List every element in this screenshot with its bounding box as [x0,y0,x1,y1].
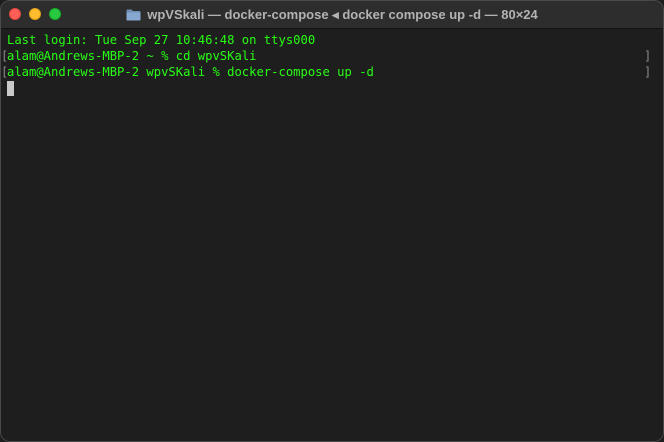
cd-command-text: alam@Andrews-MBP-2 ~ % cd wpvSKali [7,49,257,63]
compose-command-text: alam@Andrews-MBP-2 wpvSKali % docker-com… [7,65,374,79]
folder-icon [126,9,141,21]
text-cursor [7,81,14,96]
window-title-area: wpVSkali — docker-compose ◂ docker compo… [1,1,663,28]
terminal-line-cd: [alam@Andrews-MBP-2 ~ % cd wpvSKali] [1,48,663,64]
terminal-line-cursor [1,80,663,96]
terminal-window: wpVSkali — docker-compose ◂ docker compo… [0,0,664,442]
login-text: Last login: Tue Sep 27 10:46:48 on ttys0… [7,33,316,47]
title-bar[interactable]: wpVSkali — docker-compose ◂ docker compo… [1,1,663,29]
terminal-line-login: Last login: Tue Sep 27 10:46:48 on ttys0… [1,32,663,48]
line-mark-right: ] [644,65,652,79]
window-title: wpVSkali — docker-compose ◂ docker compo… [147,6,538,22]
line-mark-left: [ [1,49,9,63]
line-mark-left: [ [1,65,9,79]
terminal-line-compose: [alam@Andrews-MBP-2 wpvSKali % docker-co… [1,64,663,80]
terminal-output[interactable]: Last login: Tue Sep 27 10:46:48 on ttys0… [1,29,663,441]
line-mark-right: ] [644,49,652,63]
